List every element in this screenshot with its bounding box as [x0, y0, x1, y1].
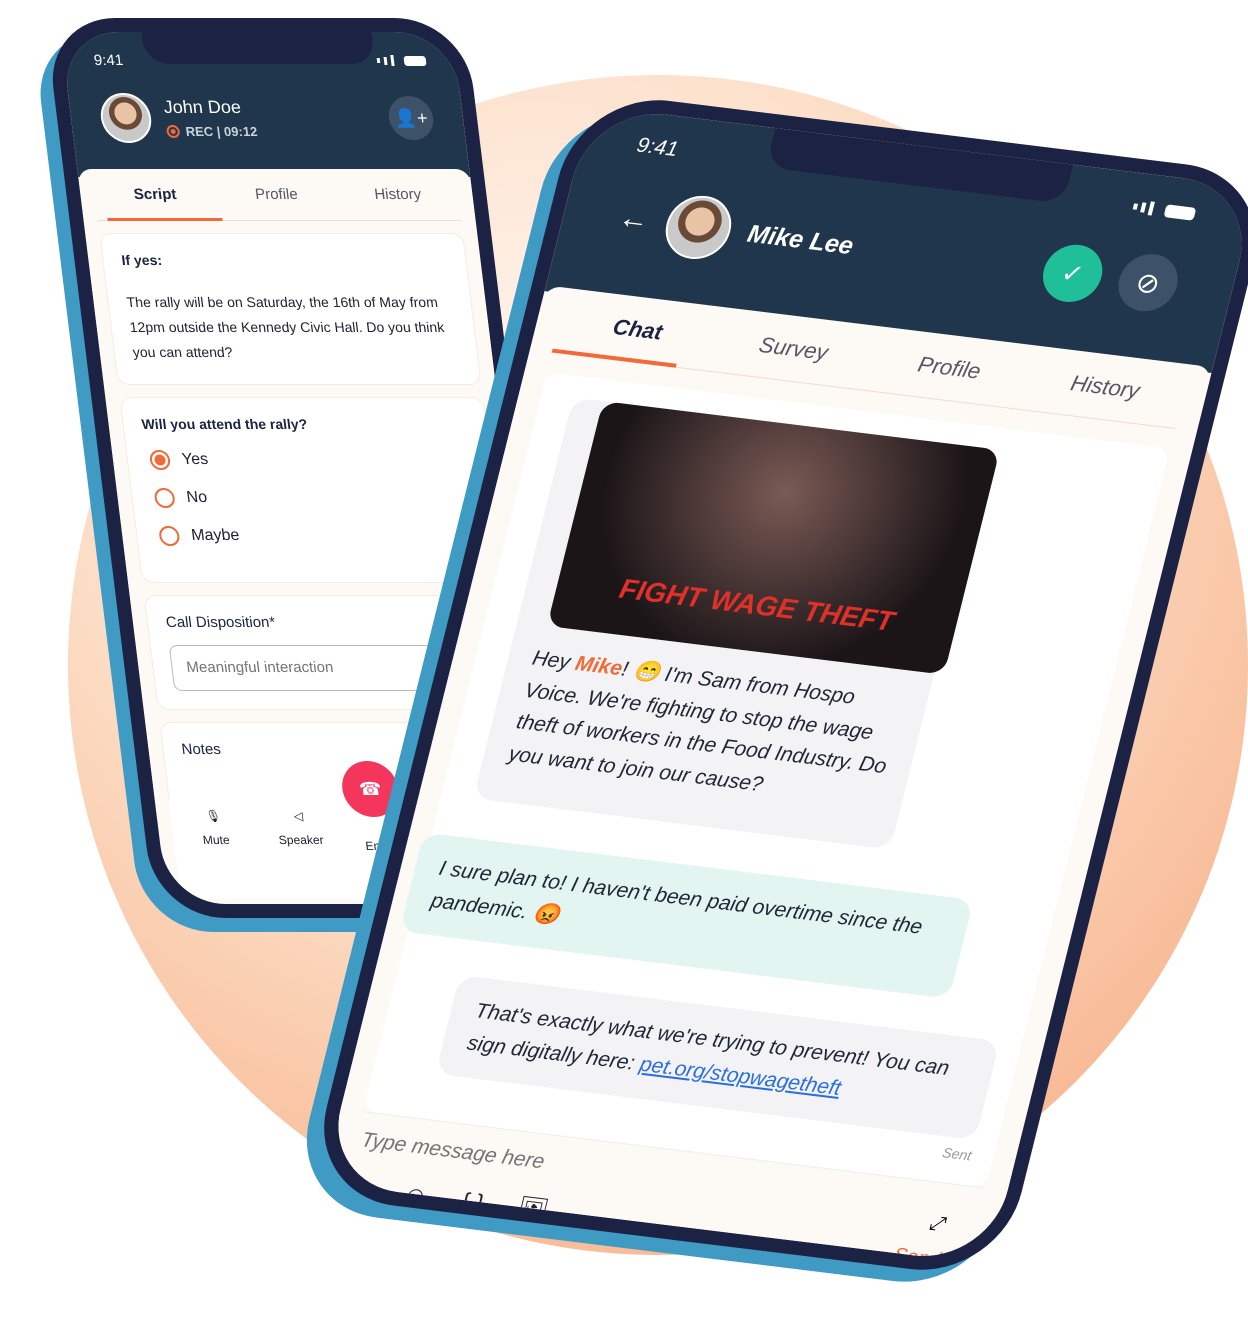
disposition-label: Call Disposition* — [164, 613, 277, 631]
option-yes[interactable]: Yes — [148, 449, 469, 470]
tab-script[interactable]: Script — [93, 186, 216, 203]
signal-wifi-battery-icon — [1132, 199, 1197, 221]
microphone-icon: 🎙 — [204, 809, 222, 823]
reply-message: I sure plan to! I haven't been paid over… — [399, 832, 974, 1000]
speaker-icon: ◁ — [292, 809, 304, 823]
contact-name: John Doe — [162, 97, 242, 117]
status-time: 9:41 — [634, 133, 681, 162]
tab-history[interactable]: History — [1024, 364, 1186, 409]
call-header: 9:41 John Doe REC | 09:12 👤+ — [60, 32, 471, 177]
status-time: 9:41 — [92, 52, 125, 69]
send-button[interactable]: Send ▷ — [891, 1243, 964, 1265]
question-label: Will you attend the rally? — [140, 415, 309, 432]
back-arrow-icon[interactable]: ← — [615, 201, 653, 238]
avatar — [97, 93, 155, 143]
incoming-message: FIGHT WAGE THEFT Hey Mike! 😁 I'm Sam fro… — [473, 397, 1001, 850]
code-braces-icon[interactable]: { } — [458, 1188, 487, 1218]
emoji-icon[interactable]: ☺ — [400, 1181, 431, 1211]
avatar — [658, 192, 739, 263]
tab-history[interactable]: History — [336, 186, 459, 203]
tab-profile[interactable]: Profile — [868, 345, 1030, 390]
mute-button[interactable]: 🎙 Mute — [170, 809, 266, 899]
tab-survey[interactable]: Survey — [713, 326, 875, 371]
script-heading: If yes: — [120, 252, 163, 268]
confirm-check-button[interactable]: ✓ — [1036, 241, 1109, 306]
record-icon — [165, 125, 181, 138]
edit-icon[interactable]: ✎ — [346, 1174, 373, 1205]
block-button[interactable]: ⊘ — [1112, 250, 1184, 315]
outgoing-message: That's exactly what we're trying to prev… — [435, 975, 1000, 1141]
option-maybe[interactable]: Maybe — [158, 525, 478, 546]
option-no[interactable]: No — [153, 487, 473, 508]
question-card: Will you attend the rally? Yes No Maybe — [119, 396, 507, 583]
script-text: The rally will be on Saturday, the 16th … — [125, 294, 446, 361]
tab-profile[interactable]: Profile — [215, 186, 338, 203]
signal-wifi-battery-icon — [376, 55, 427, 66]
add-person-icon[interactable]: 👤+ — [386, 96, 436, 140]
expand-icon[interactable]: ⤢ — [927, 1213, 948, 1237]
rec-status: REC | 09:12 — [184, 124, 259, 139]
script-card: If yes: The rally will be on Saturday, t… — [99, 233, 482, 385]
tab-chat[interactable]: Chat — [557, 307, 719, 352]
speaker-button[interactable]: ◁ Speaker — [255, 809, 351, 899]
contact-name: Mike Lee — [744, 219, 857, 260]
